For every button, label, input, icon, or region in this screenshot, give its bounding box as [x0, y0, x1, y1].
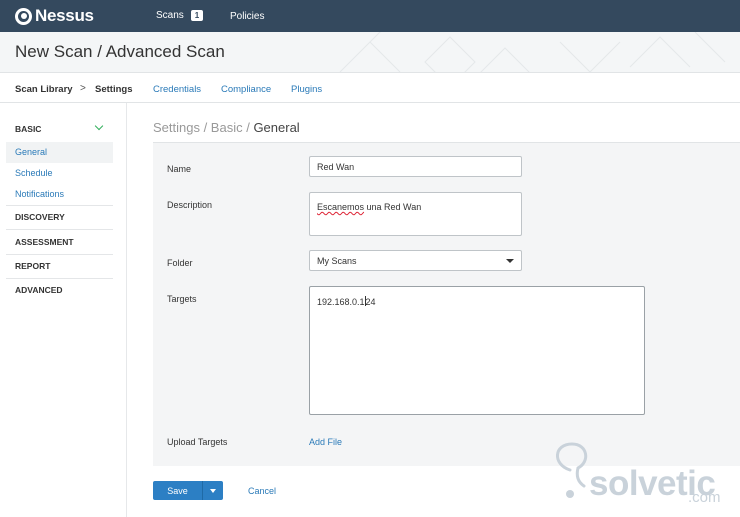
- save-button-group: Save: [153, 481, 223, 500]
- sidebar-section-assessment[interactable]: ASSESSMENT: [15, 237, 74, 247]
- cancel-link[interactable]: Cancel: [248, 486, 276, 496]
- nav-scans[interactable]: Scans 1: [156, 10, 204, 21]
- header-decoration: [339, 32, 726, 72]
- sidebar-item-notifications[interactable]: Notifications: [15, 189, 64, 199]
- top-navbar: Nessus Scans 1 Policies: [0, 0, 740, 32]
- sidebar-divider: [6, 229, 113, 230]
- name-input[interactable]: Red Wan: [309, 156, 522, 177]
- save-button[interactable]: Save: [153, 481, 203, 500]
- brand-name: Nessus: [35, 6, 94, 25]
- section-path-current: General: [253, 120, 300, 135]
- name-label: Name: [167, 164, 192, 174]
- folder-label: Folder: [167, 258, 193, 268]
- scan-tabs: Scan Library > Settings Credentials Comp…: [0, 74, 740, 103]
- folder-select-value: My Scans: [317, 256, 357, 266]
- breadcrumb-separator: >: [80, 83, 86, 94]
- targets-label: Targets: [167, 294, 197, 304]
- upload-targets-label: Upload Targets: [167, 437, 228, 447]
- targets-textarea[interactable]: 192.168.0.124: [309, 286, 645, 415]
- sidebar-section-basic[interactable]: BASIC: [15, 124, 41, 134]
- chevron-down-icon[interactable]: [94, 121, 104, 131]
- sidebar-divider: [6, 278, 113, 279]
- add-file-link[interactable]: Add File: [309, 437, 342, 447]
- tab-credentials[interactable]: Credentials: [153, 84, 201, 95]
- name-input-value: Red Wan: [317, 162, 355, 172]
- section-path-prefix: Settings / Basic /: [153, 120, 254, 135]
- description-text: una Red Wan: [364, 202, 422, 212]
- nessus-logo[interactable]: Nessus: [15, 6, 94, 26]
- tab-compliance[interactable]: Compliance: [221, 84, 271, 95]
- description-misspelled-word: Escanemos: [317, 202, 365, 212]
- tab-settings[interactable]: Settings: [95, 84, 132, 95]
- save-options-dropdown-button[interactable]: [203, 481, 223, 500]
- page-header: New Scan / Advanced Scan: [0, 32, 740, 73]
- sidebar-divider: [6, 205, 113, 206]
- tab-plugins[interactable]: Plugins: [291, 84, 322, 95]
- nav-policies[interactable]: Policies: [230, 11, 264, 22]
- nessus-eye-icon: [15, 7, 32, 25]
- breadcrumb-scan-library[interactable]: Scan Library: [15, 84, 73, 95]
- folder-select[interactable]: My Scans: [309, 250, 522, 271]
- sidebar-section-advanced[interactable]: ADVANCED: [15, 285, 63, 295]
- sidebar-item-schedule[interactable]: Schedule: [15, 168, 53, 178]
- page-title: New Scan / Advanced Scan: [15, 42, 225, 61]
- sidebar-item-general[interactable]: General: [15, 147, 47, 157]
- targets-text-after-cursor: 24: [365, 297, 376, 307]
- sidebar-divider: [6, 254, 113, 255]
- section-path: Settings / Basic / General: [153, 120, 300, 135]
- nav-scans-label: Scans: [156, 10, 184, 21]
- description-textarea[interactable]: Escanemos una Red Wan: [309, 192, 522, 236]
- sidebar-section-report[interactable]: REPORT: [15, 261, 50, 271]
- targets-text-before-cursor: 192.168.0.1: [317, 297, 365, 307]
- watermark-suffix: .com: [688, 489, 721, 506]
- scans-count-badge: 1: [190, 10, 204, 21]
- sidebar-section-discovery[interactable]: DISCOVERY: [15, 212, 65, 222]
- description-label: Description: [167, 200, 213, 210]
- dropdown-arrow-icon: [506, 259, 514, 263]
- settings-sidebar: BASIC General Schedule Notifications DIS…: [0, 103, 127, 517]
